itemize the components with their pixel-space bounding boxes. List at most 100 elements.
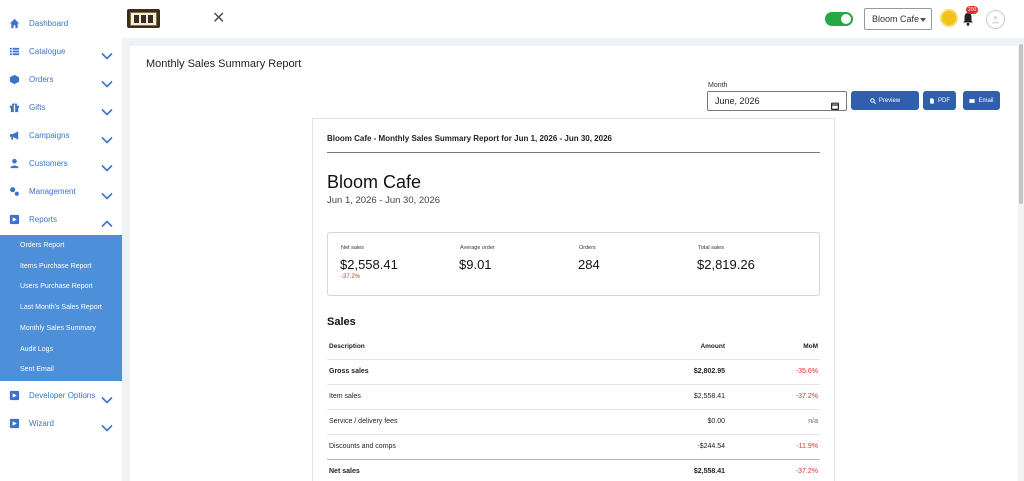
sidebar-item-label: Reports	[29, 214, 58, 224]
email-button[interactable]: Email	[963, 91, 1000, 110]
envelope-icon	[969, 98, 976, 103]
report-icon	[9, 214, 20, 225]
column-header-amount: Amount	[700, 343, 725, 350]
submenu-item-items-purchase-report[interactable]: Items Purchase Report	[20, 263, 92, 270]
user-icon	[9, 158, 20, 169]
row-divider	[327, 434, 820, 435]
store-select-value: Bloom Cafe	[872, 14, 920, 24]
logo-mark	[130, 11, 157, 26]
kpi-label-average-order: Average order	[460, 245, 495, 251]
store-logo[interactable]	[127, 9, 160, 28]
month-label: Month	[708, 82, 728, 89]
kpi-label-total-sales: Total sales	[698, 245, 724, 251]
gears-icon	[9, 186, 20, 197]
report-icon	[9, 418, 20, 429]
sidebar-item-label: Wizard	[29, 418, 54, 428]
sidebar-item-label: Gifts	[29, 102, 46, 112]
chevron-down-icon[interactable]	[101, 47, 113, 60]
report-icon	[9, 390, 20, 401]
table-cell-description: Item sales	[329, 393, 361, 400]
chevron-up-icon[interactable]	[101, 215, 113, 228]
sidebar-item-catalogue[interactable]: Catalogue	[0, 41, 122, 61]
chevron-down-icon[interactable]	[101, 103, 113, 116]
month-input-value: June, 2026	[715, 96, 760, 106]
preview-button-label: Preview	[878, 97, 901, 104]
sidebar: Dashboard Catalogue Orders Gifts Campaig…	[0, 0, 122, 481]
table-cell-description: Gross sales	[329, 368, 369, 375]
status-toggle[interactable]	[825, 12, 853, 26]
submenu-item-last-months-sales-report[interactable]: Last Month's Sales Report	[20, 304, 102, 311]
kpi-value-net-sales: $2,558.41	[340, 257, 398, 272]
month-input[interactable]: June, 2026	[707, 91, 847, 111]
table-cell-description: Service / delivery fees	[329, 418, 398, 425]
submenu-item-sent-email[interactable]: Sent Email	[20, 366, 54, 373]
table-cell-mom: -11.9%	[796, 443, 818, 450]
sidebar-item-management[interactable]: Management	[0, 181, 122, 201]
chevron-down-icon[interactable]	[101, 391, 113, 404]
sidebar-item-label: Catalogue	[29, 46, 66, 56]
sales-section-title: Sales	[327, 316, 356, 328]
table-cell-mom: -37.2%	[795, 468, 818, 475]
chevron-down-icon[interactable]	[101, 75, 113, 88]
report-store-name: Bloom Cafe	[327, 172, 422, 192]
megaphone-icon	[9, 130, 20, 141]
table-cell-description: Discounts and comps	[329, 443, 396, 450]
pdf-button[interactable]: PDF	[923, 91, 956, 110]
submenu-item-users-purchase-report[interactable]: Users Purchase Report	[20, 283, 93, 290]
search-icon	[870, 97, 876, 104]
close-icon[interactable]: ✕	[212, 11, 225, 27]
report-header: Bloom Cafe - Monthly Sales Summary Repor…	[327, 134, 612, 143]
row-divider	[327, 409, 820, 410]
sidebar-item-wizard[interactable]: Wizard	[0, 413, 122, 433]
table-cell-mom: -37.2%	[795, 393, 818, 400]
email-button-label: Email	[978, 97, 994, 104]
bell-icon[interactable]	[962, 12, 974, 26]
store-select[interactable]: Bloom Cafe	[864, 8, 932, 30]
report-date-range: Jun 1, 2026 - Jun 30, 2026	[327, 195, 441, 206]
sidebar-item-customers[interactable]: Customers	[0, 153, 122, 173]
sidebar-item-campaigns[interactable]: Campaigns	[0, 125, 122, 145]
gift-icon	[9, 102, 20, 113]
preview-button[interactable]: Preview	[851, 91, 919, 110]
sidebar-item-developer-options[interactable]: Developer Options	[0, 385, 122, 405]
sidebar-item-label: Campaigns	[29, 130, 70, 140]
table-cell-amount: $0.00	[707, 418, 725, 425]
box-icon	[9, 74, 20, 85]
column-header-description: Description	[329, 343, 365, 350]
list-icon	[9, 46, 20, 57]
sidebar-item-orders[interactable]: Orders	[0, 69, 122, 89]
kpi-value-orders: 284	[578, 257, 600, 272]
user-icon	[991, 15, 1000, 24]
table-cell-mom: n/a	[808, 418, 818, 425]
table-cell-amount: $2,802.95	[693, 368, 725, 375]
file-icon	[930, 97, 934, 104]
table-cell-description: Net sales	[329, 468, 360, 475]
row-divider	[327, 359, 820, 360]
kpi-change-net-sales: -37.2%	[341, 274, 361, 280]
submenu-item-orders-report[interactable]: Orders Report	[20, 242, 64, 249]
sidebar-item-label: Developer Options	[29, 390, 96, 400]
sidebar-item-gifts[interactable]: Gifts	[0, 97, 122, 117]
sidebar-item-reports[interactable]: Reports	[0, 209, 122, 229]
sidebar-item-dashboard[interactable]: Dashboard	[0, 13, 122, 33]
kpi-value-average-order: $9.01	[459, 257, 492, 272]
sidebar-item-label: Management	[29, 186, 76, 196]
calendar-icon[interactable]	[831, 97, 840, 110]
kpi-label-orders: Orders	[579, 245, 596, 251]
sidebar-item-label: Customers	[29, 158, 68, 168]
submenu-item-audit-logs[interactable]: Audit Logs	[20, 346, 53, 353]
submenu-item-monthly-sales-summary[interactable]: Monthly Sales Summary	[20, 325, 96, 332]
divider	[327, 152, 820, 153]
chevron-down-icon[interactable]	[101, 131, 113, 144]
chevron-down-icon[interactable]	[101, 187, 113, 200]
table-cell-mom: -35.6%	[795, 368, 818, 375]
sidebar-item-label: Orders	[29, 74, 54, 84]
column-header-mom: MoM	[803, 343, 818, 350]
home-icon	[9, 18, 20, 29]
chevron-down-icon[interactable]	[101, 159, 113, 172]
sun-icon[interactable]	[940, 9, 958, 27]
chevron-down-icon[interactable]	[101, 419, 113, 432]
table-cell-amount: $2,558.41	[693, 468, 725, 475]
scrollbar-thumb[interactable]	[1019, 44, 1023, 204]
avatar[interactable]	[986, 10, 1005, 29]
